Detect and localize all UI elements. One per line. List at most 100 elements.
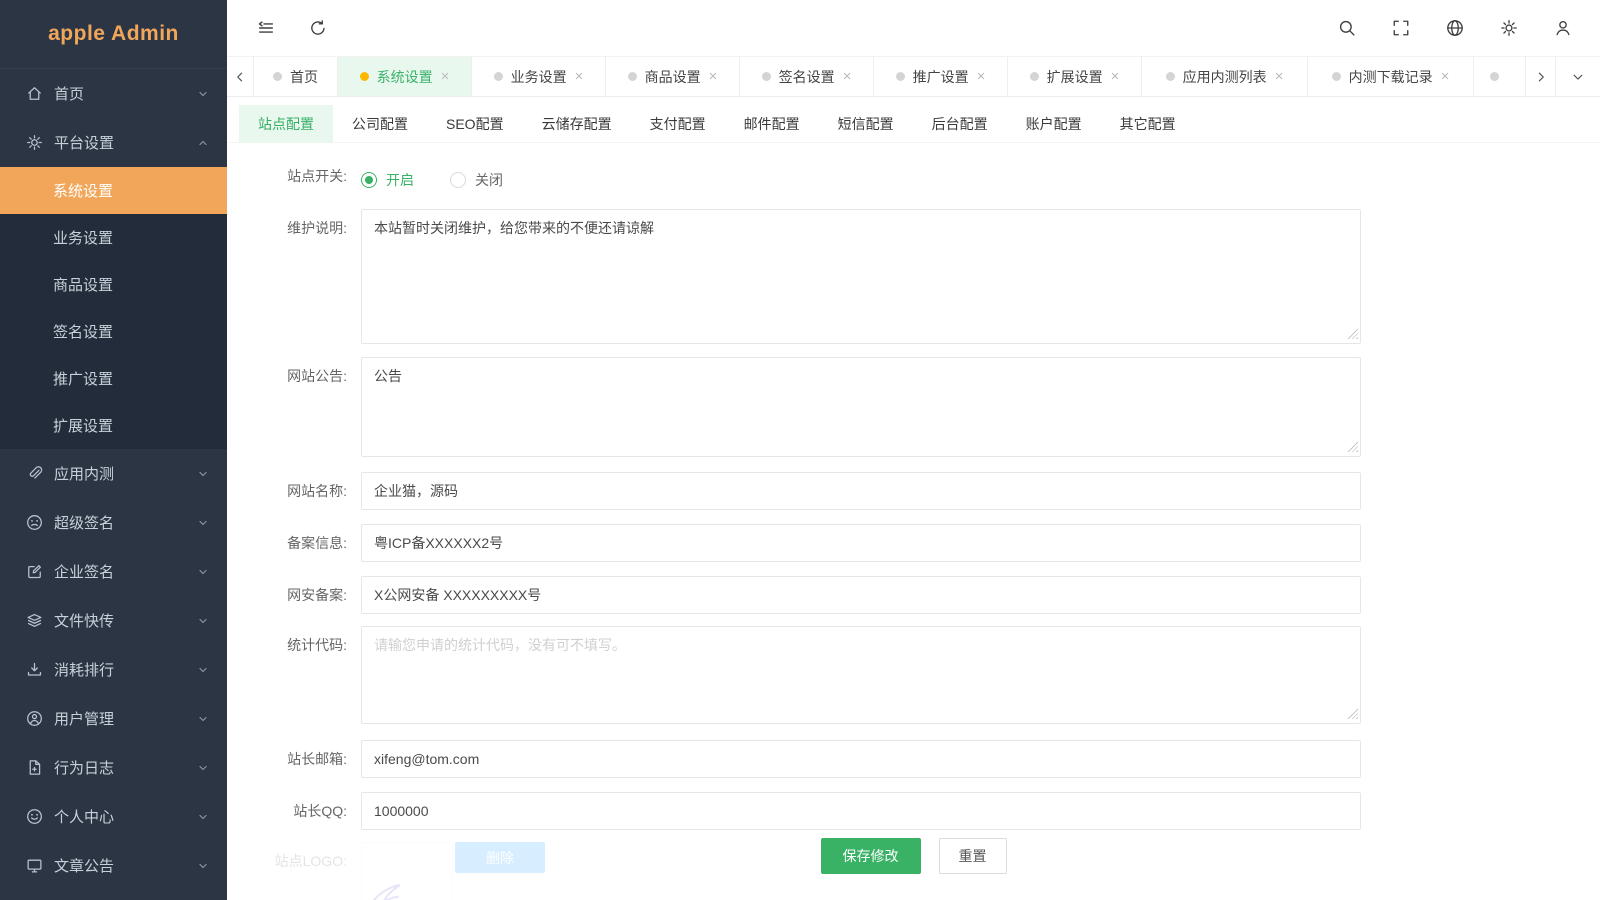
sidebar-item-app-beta[interactable]: 应用内测 xyxy=(0,449,227,498)
site-switch-radio-on[interactable]: 开启 xyxy=(361,170,414,190)
tabbar-tab-signature-settings[interactable]: 签名设置 × xyxy=(740,57,874,96)
collapse-sidebar-icon[interactable] xyxy=(257,19,275,37)
stats-code-textarea[interactable] xyxy=(361,626,1361,724)
sidebar-item-signature-settings[interactable]: 签名设置 xyxy=(0,308,227,355)
sidebar-item-label: 用户管理 xyxy=(54,708,197,729)
tab-close-icon[interactable]: × xyxy=(1441,69,1450,84)
sidebar-item-home[interactable]: 首页 xyxy=(0,69,227,118)
sidebar-item-label: 文件快传 xyxy=(54,610,197,631)
tabbar-tab-home[interactable]: 首页 xyxy=(254,57,338,96)
sidebar-item-article-announcement[interactable]: 文章公告 xyxy=(0,841,227,890)
gear-icon xyxy=(26,134,43,151)
reset-button[interactable]: 重置 xyxy=(939,838,1007,874)
chevron-down-icon xyxy=(197,860,209,872)
tabbar-scroll-right-icon[interactable] xyxy=(1526,57,1556,96)
tab-dot-icon xyxy=(494,72,503,81)
chevron-down-icon xyxy=(197,88,209,100)
tab-close-icon[interactable]: × xyxy=(843,69,852,84)
tabbar-tab-app-beta-list[interactable]: 应用内测列表 × xyxy=(1142,57,1308,96)
tab-close-icon[interactable]: × xyxy=(709,69,718,84)
settings-gear-icon[interactable] xyxy=(1500,19,1518,37)
chevron-down-icon xyxy=(197,566,209,578)
config-tab-sms[interactable]: 短信配置 xyxy=(819,105,913,143)
edit-icon xyxy=(26,563,43,580)
sidebar-item-label: 企业签名 xyxy=(54,561,197,582)
chevron-down-icon xyxy=(197,517,209,529)
tabbar-tab-beta-download-log[interactable]: 内测下载记录 × xyxy=(1308,57,1474,96)
chevron-up-icon xyxy=(197,137,209,149)
sidebar-item-user-management[interactable]: 用户管理 xyxy=(0,694,227,743)
webmaster-qq-input[interactable] xyxy=(361,792,1361,830)
tabbar-tab-clipped[interactable] xyxy=(1474,57,1526,96)
config-tab-account[interactable]: 账户配置 xyxy=(1007,105,1101,143)
config-tab-site[interactable]: 站点配置 xyxy=(239,105,333,143)
sidebar-item-system-settings[interactable]: 系统设置 xyxy=(0,167,227,214)
tabbar-tab-business-settings[interactable]: 业务设置 × xyxy=(472,57,606,96)
tab-close-icon[interactable]: × xyxy=(1275,69,1284,84)
sidebar-item-file-transfer[interactable]: 文件快传 xyxy=(0,596,227,645)
tab-dot-icon xyxy=(1166,72,1175,81)
tab-close-icon[interactable]: × xyxy=(441,69,450,84)
chevron-down-icon xyxy=(197,713,209,725)
webmaster-email-input[interactable] xyxy=(361,740,1361,778)
sidebar-item-personal-center[interactable]: 个人中心 xyxy=(0,792,227,841)
app-logo: apple Admin xyxy=(0,0,227,69)
field-label: 网站名称: xyxy=(251,472,347,510)
sidebar-item-extension-settings[interactable]: 扩展设置 xyxy=(0,402,227,449)
download-icon xyxy=(26,661,43,678)
tabbar-tab-product-settings[interactable]: 商品设置 × xyxy=(606,57,740,96)
form-row-icp: 备案信息: xyxy=(251,524,1600,562)
notice-textarea[interactable]: 公告 xyxy=(361,357,1361,457)
sidebar-item-product-settings[interactable]: 商品设置 xyxy=(0,261,227,308)
form-row-site-name: 网站名称: xyxy=(251,472,1600,510)
police-record-input[interactable] xyxy=(361,576,1361,614)
field-label: 站长邮箱: xyxy=(251,740,347,778)
tab-label: 业务设置 xyxy=(511,67,567,87)
tab-label: 首页 xyxy=(290,67,318,87)
config-tab-mail[interactable]: 邮件配置 xyxy=(725,105,819,143)
user-icon[interactable] xyxy=(1554,19,1572,37)
sidebar-item-platform-settings[interactable]: 平台设置 xyxy=(0,118,227,167)
chevron-down-icon xyxy=(197,615,209,627)
tabbar-dropdown-icon[interactable] xyxy=(1556,57,1600,96)
config-tab-payment[interactable]: 支付配置 xyxy=(631,105,725,143)
config-tab-other[interactable]: 其它配置 xyxy=(1101,105,1195,143)
search-icon[interactable] xyxy=(1338,19,1356,37)
tab-close-icon[interactable]: × xyxy=(575,69,584,84)
sidebar-item-label: 应用内测 xyxy=(54,463,197,484)
sidebar-item-business-settings[interactable]: 业务设置 xyxy=(0,214,227,261)
config-tab-company[interactable]: 公司配置 xyxy=(333,105,427,143)
sidebar-item-promotion-settings[interactable]: 推广设置 xyxy=(0,355,227,402)
maintenance-textarea[interactable]: 本站暂时关闭维护，给您带来的不便还请谅解 xyxy=(361,209,1361,344)
sidebar: apple Admin 首页 平台设置 xyxy=(0,0,227,900)
tab-label: 应用内测列表 xyxy=(1183,67,1267,87)
globe-icon[interactable] xyxy=(1446,19,1464,37)
tabbar-tab-extension-settings[interactable]: 扩展设置 × xyxy=(1008,57,1142,96)
sidebar-item-enterprise-signature[interactable]: 企业签名 xyxy=(0,547,227,596)
tabbar-tab-promotion-settings[interactable]: 推广设置 × xyxy=(874,57,1008,96)
tab-dot-icon xyxy=(360,72,369,81)
monitor-icon xyxy=(26,857,43,874)
radio-unselected-icon xyxy=(450,172,466,188)
radio-label: 关闭 xyxy=(475,170,503,190)
site-name-input[interactable] xyxy=(361,472,1361,510)
sidebar-item-super-signature[interactable]: 超级签名 xyxy=(0,498,227,547)
save-button[interactable]: 保存修改 xyxy=(821,838,921,874)
tabbar-tab-system-settings[interactable]: 系统设置 × xyxy=(338,57,472,96)
config-tab-cloud-storage[interactable]: 云储存配置 xyxy=(523,105,631,143)
config-tab-backend[interactable]: 后台配置 xyxy=(913,105,1007,143)
refresh-icon[interactable] xyxy=(309,19,327,37)
icp-record-input[interactable] xyxy=(361,524,1361,562)
sidebar-item-behavior-log[interactable]: 行为日志 xyxy=(0,743,227,792)
config-tab-seo[interactable]: SEO配置 xyxy=(427,105,523,143)
field-label: 网站公告: xyxy=(251,357,347,395)
form-row-notice: 网站公告: 公告 xyxy=(251,357,1600,457)
tab-close-icon[interactable]: × xyxy=(977,69,986,84)
sidebar-submenu-platform: 系统设置 业务设置 商品设置 签名设置 推广设置 扩展设置 xyxy=(0,167,227,449)
tabbar-scroll-left-icon[interactable] xyxy=(227,57,254,96)
sidebar-item-consumption-ranking[interactable]: 消耗排行 xyxy=(0,645,227,694)
site-switch-radio-off[interactable]: 关闭 xyxy=(450,170,503,190)
field-label: 站点开关: xyxy=(251,161,347,191)
fullscreen-icon[interactable] xyxy=(1392,19,1410,37)
tab-close-icon[interactable]: × xyxy=(1111,69,1120,84)
